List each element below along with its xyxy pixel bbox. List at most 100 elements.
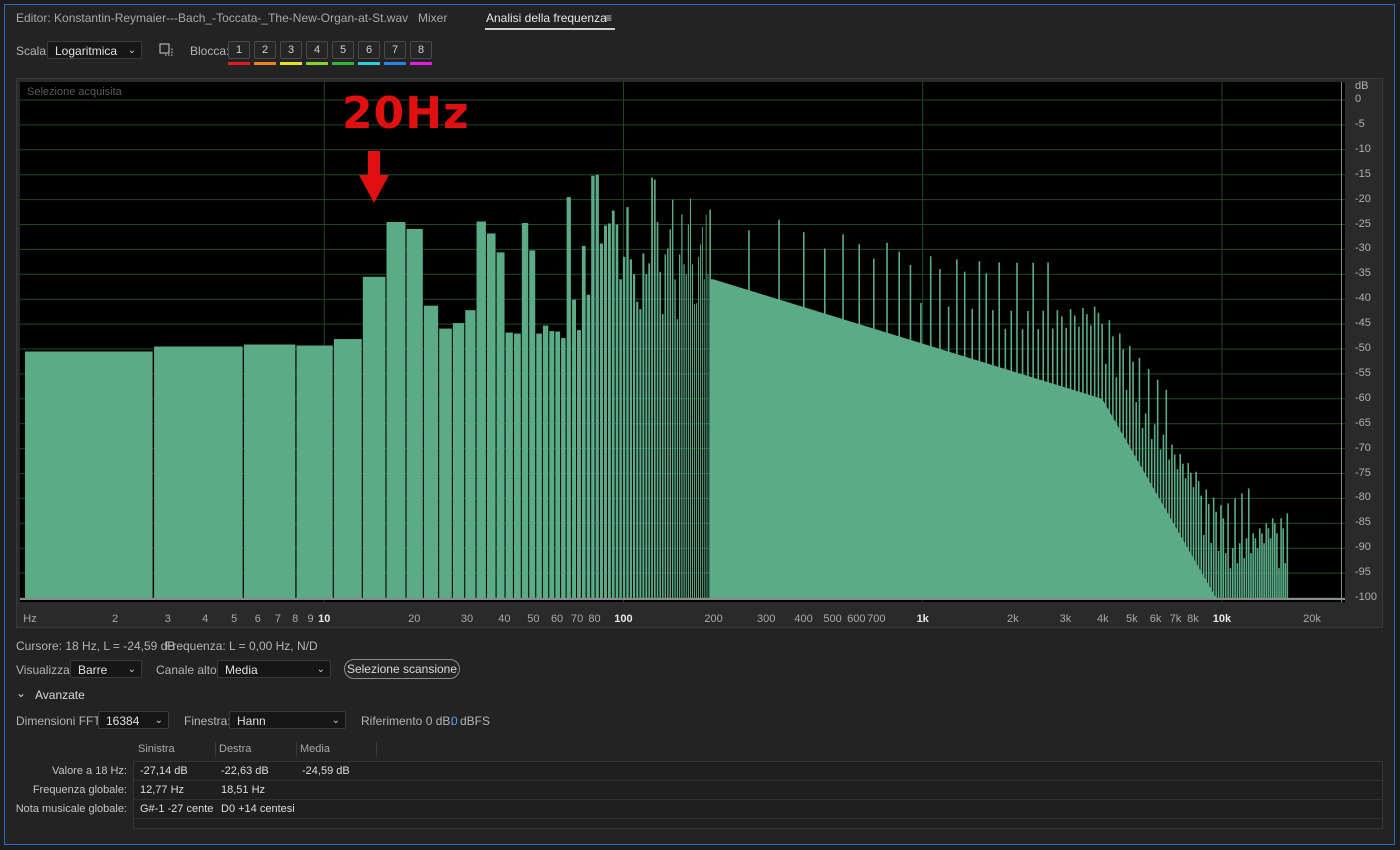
- spectrum-bar: [549, 331, 555, 598]
- x-tick-label: 1k: [916, 613, 929, 625]
- y-tick-label: -40: [1355, 292, 1371, 305]
- display-dropdown[interactable]: Barre ⌄: [70, 660, 142, 678]
- lock-color-swatch: [306, 62, 328, 65]
- scale-dropdown[interactable]: Logaritmica ⌄: [47, 41, 142, 59]
- spectrum-peak: [1215, 511, 1217, 598]
- fft-size-dropdown[interactable]: 16384 ⌄: [98, 711, 169, 729]
- spectrum-bar: [705, 214, 707, 599]
- x-tick-label: 20: [408, 613, 421, 625]
- x-tick-label: Hz: [23, 613, 37, 625]
- lock-button-6[interactable]: 6: [358, 41, 380, 59]
- tab-mixer[interactable]: Mixer: [418, 11, 447, 25]
- x-tick-label: 70: [570, 613, 584, 625]
- lock-button-3[interactable]: 3: [280, 41, 302, 59]
- spectrum-peak: [1115, 377, 1118, 598]
- y-tick-label: -45: [1355, 317, 1371, 330]
- column-divider: [215, 742, 216, 756]
- lock-button-8[interactable]: 8: [410, 41, 432, 59]
- spectrum-bar: [698, 256, 700, 598]
- spectrum-peak: [1220, 505, 1222, 598]
- spectrum-bar: [645, 274, 648, 598]
- spectrum-peak: [1004, 328, 1007, 598]
- spectrum-peak: [1165, 389, 1168, 598]
- chevron-down-icon: ⌄: [316, 664, 325, 675]
- spectrum-bar: [423, 305, 439, 598]
- spectrum-peak: [939, 269, 941, 598]
- spectrum-peak: [1227, 503, 1229, 598]
- table-cell: -24,59 dB: [302, 765, 350, 777]
- table-cell: -22,63 dB: [221, 765, 269, 777]
- advanced-section-toggle[interactable]: Avanzate: [35, 688, 85, 702]
- window-dropdown[interactable]: Hann ⌄: [229, 711, 346, 729]
- lock-button-1[interactable]: 1: [228, 41, 250, 59]
- y-tick-label: -55: [1355, 366, 1371, 379]
- spectrum-bar: [586, 294, 591, 598]
- spectrum-bar: [581, 245, 586, 598]
- spectrum-peak: [1179, 453, 1182, 598]
- row-label-value: Valore a 18 Hz:: [51, 765, 127, 777]
- spectrum-peak: [1112, 336, 1114, 598]
- x-tick-label: 50: [527, 613, 540, 625]
- y-tick-label: -15: [1355, 167, 1371, 180]
- spectrum-peak: [1192, 487, 1195, 598]
- y-tick-label: -85: [1355, 516, 1371, 529]
- spectrum-bar: [154, 346, 243, 598]
- spectrum-peak: [1247, 488, 1250, 598]
- lock-button-5[interactable]: 5: [332, 41, 354, 59]
- lock-color-swatch: [332, 62, 354, 65]
- reference-value[interactable]: 0: [451, 714, 458, 728]
- spectrum-bar: [687, 224, 689, 598]
- spectrum-peak: [748, 230, 750, 598]
- spectrum-bar: [599, 243, 603, 598]
- y-tick-label: -5: [1355, 117, 1365, 130]
- spectrum-bar: [452, 323, 465, 598]
- cursor-readout: Cursore: 18 Hz, L = -24,59 dB: [16, 639, 176, 653]
- column-header-right: Destra: [219, 743, 252, 755]
- row-divider: [134, 780, 1382, 781]
- lock-button-4[interactable]: 4: [306, 41, 328, 59]
- tab-frequency-analysis[interactable]: Analisi della frequenza: [486, 11, 607, 25]
- spectrum-bar: [386, 222, 406, 598]
- spectrum-peak: [1042, 310, 1045, 598]
- spectrum-peak: [1238, 543, 1241, 598]
- spectrum-bar: [591, 175, 595, 599]
- spectrum-bar: [681, 214, 683, 599]
- tab-editor[interactable]: Editor: Konstantin-Reymaier---Bach_-Tocc…: [16, 11, 408, 25]
- spectrum-peak: [1269, 538, 1272, 598]
- channel-dropdown[interactable]: Media ⌄: [217, 660, 331, 678]
- x-tick-label: 400: [794, 613, 813, 625]
- spectrum-peak: [1252, 533, 1254, 598]
- scan-selection-button[interactable]: Selezione scansione: [344, 659, 460, 679]
- spectrum-peak: [1210, 543, 1213, 598]
- lock-button-7[interactable]: 7: [384, 41, 406, 59]
- spectrum-bar: [622, 256, 626, 598]
- column-divider: [376, 742, 377, 756]
- annotation-20hz: 20Hz: [342, 88, 470, 139]
- selection-tool-icon[interactable]: [159, 43, 173, 57]
- spectrum-peak: [998, 262, 1001, 598]
- spectrum-peak: [1202, 534, 1205, 598]
- spectrum-peak: [1222, 518, 1225, 598]
- spectrum-peak: [1173, 454, 1176, 598]
- spectrum-bar: [694, 304, 696, 598]
- chevron-down-icon: ⌄: [127, 664, 136, 675]
- panel-menu-icon[interactable]: ≡: [605, 11, 612, 25]
- frequency-spectrum-chart[interactable]: Selezione acquisita: [20, 82, 1345, 602]
- spectrum-bar: [700, 244, 701, 599]
- chevron-down-icon[interactable]: ⌄: [16, 686, 26, 700]
- table-cell: 12,77 Hz: [140, 784, 185, 796]
- spectrum-peak: [1016, 262, 1018, 598]
- table-cell: G#-1 -27 centes: [140, 803, 214, 815]
- spectrum-peak: [1224, 553, 1227, 598]
- lock-button-2[interactable]: 2: [254, 41, 276, 59]
- x-tick-label: 200: [704, 613, 723, 625]
- lock-color-swatch: [254, 62, 276, 65]
- spectrum-bar: [542, 325, 549, 598]
- spectrum-peak: [1245, 538, 1248, 598]
- spectrum-peak: [1056, 310, 1059, 598]
- spectrum-peak: [1217, 550, 1220, 598]
- x-tick-label: 4k: [1097, 613, 1109, 625]
- spectrum-peak: [1267, 528, 1270, 598]
- spectrum-bar: [701, 226, 703, 599]
- spectrum-peak: [1122, 349, 1124, 598]
